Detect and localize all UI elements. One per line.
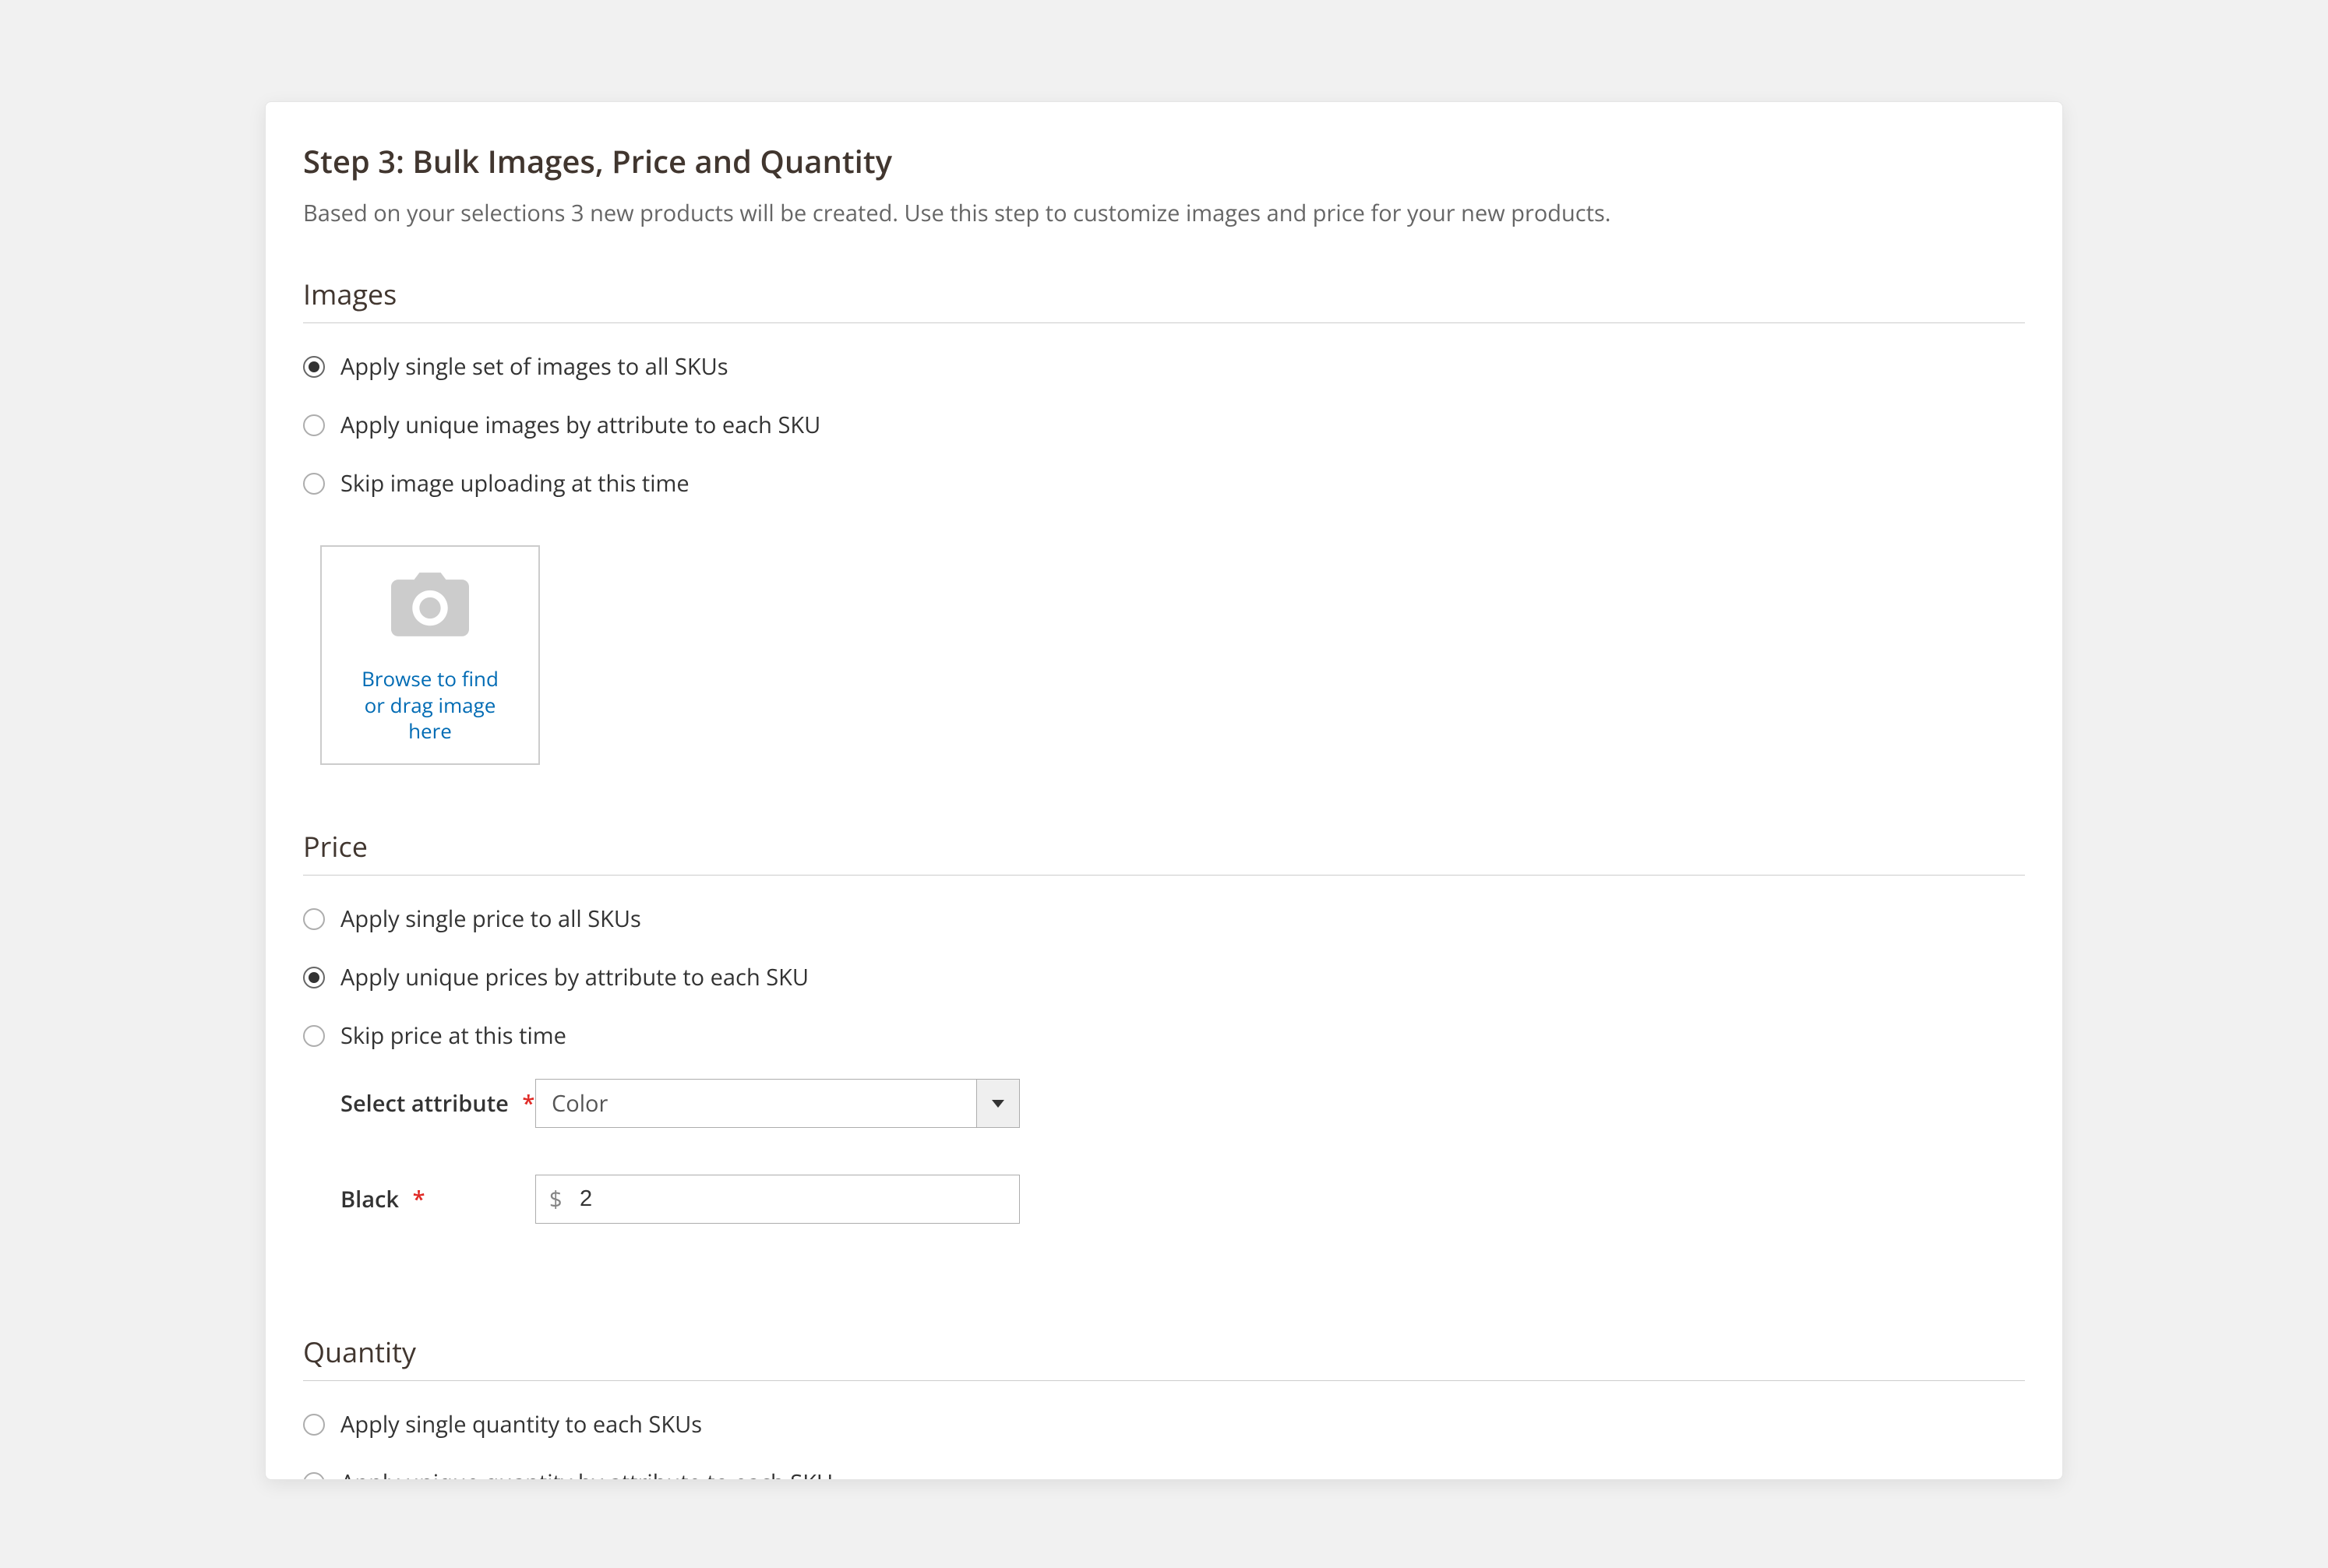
section-title-price: Price xyxy=(303,827,2025,876)
quantity-option-1[interactable]: Apply unique quantity by attribute to ea… xyxy=(303,1468,2025,1480)
radio-icon[interactable] xyxy=(303,1414,325,1436)
price-option-1[interactable]: Apply unique prices by attribute to each… xyxy=(303,962,2025,992)
select-attribute-row: Select attribute * Color xyxy=(340,1079,2025,1128)
quantity-option-0[interactable]: Apply single quantity to each SKUs xyxy=(303,1409,2025,1439)
select-attribute-label: Select attribute * xyxy=(340,1088,535,1119)
radio-icon[interactable] xyxy=(303,414,325,436)
radio-label: Skip image uploading at this time xyxy=(340,468,690,499)
price-option-2[interactable]: Skip price at this time xyxy=(303,1020,2025,1051)
chevron-down-icon xyxy=(992,1100,1004,1108)
images-option-2[interactable]: Skip image uploading at this time xyxy=(303,468,2025,499)
radio-label: Apply unique quantity by attribute to ea… xyxy=(340,1468,833,1480)
radio-icon[interactable] xyxy=(303,356,325,378)
price-input-wrap: $ xyxy=(535,1175,1020,1224)
radio-icon[interactable] xyxy=(303,908,325,930)
radio-label: Skip price at this time xyxy=(340,1020,566,1051)
radio-icon[interactable] xyxy=(303,1025,325,1047)
section-title-quantity: Quantity xyxy=(303,1333,2025,1381)
radio-label: Apply unique prices by attribute to each… xyxy=(340,962,809,992)
label-text: Select attribute xyxy=(340,1088,509,1119)
images-option-1[interactable]: Apply unique images by attribute to each… xyxy=(303,410,2025,440)
radio-icon[interactable] xyxy=(303,1472,325,1481)
radio-icon[interactable] xyxy=(303,473,325,495)
image-upload-dropzone[interactable]: Browse to find or drag image here xyxy=(320,545,540,765)
wizard-step-panel: Step 3: Bulk Images, Price and Quantity … xyxy=(265,101,2063,1480)
required-mark: * xyxy=(522,1088,534,1119)
images-option-0[interactable]: Apply single set of images to all SKUs xyxy=(303,351,2025,382)
attribute-select[interactable]: Color xyxy=(535,1079,1020,1128)
radio-icon[interactable] xyxy=(303,967,325,988)
price-black-row: Black * $ xyxy=(340,1175,2025,1224)
section-title-images: Images xyxy=(303,275,2025,323)
uploader-text: Browse to find or drag image here xyxy=(352,666,508,745)
price-option-0[interactable]: Apply single price to all SKUs xyxy=(303,904,2025,934)
camera-icon xyxy=(387,566,473,650)
radio-label: Apply single quantity to each SKUs xyxy=(340,1409,702,1439)
radio-label: Apply single price to all SKUs xyxy=(340,904,641,934)
radio-label: Apply single set of images to all SKUs xyxy=(340,351,728,382)
price-row-label: Black * xyxy=(340,1184,535,1214)
step-title: Step 3: Bulk Images, Price and Quantity xyxy=(303,139,2025,182)
label-text: Black xyxy=(340,1184,399,1214)
radio-label: Apply unique images by attribute to each… xyxy=(340,410,820,440)
attribute-select-value[interactable]: Color xyxy=(535,1079,1020,1128)
attribute-select-toggle[interactable] xyxy=(976,1079,1020,1128)
step-subtitle: Based on your selections 3 new products … xyxy=(303,198,2025,228)
required-mark: * xyxy=(413,1184,425,1214)
price-input-black[interactable] xyxy=(535,1175,1020,1224)
